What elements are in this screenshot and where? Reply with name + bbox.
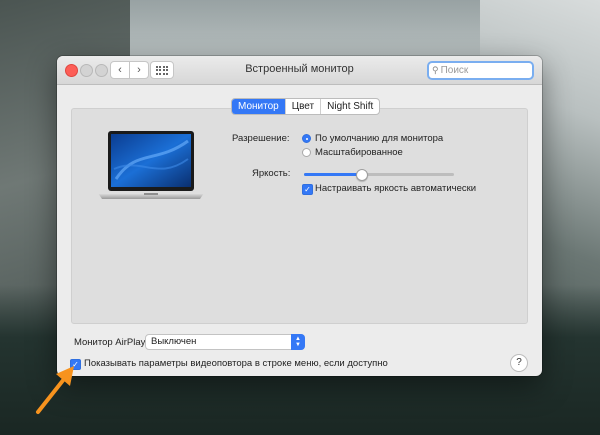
check-icon: ✓ [304,185,311,194]
brightness-slider-knob[interactable] [356,169,368,181]
resolution-default-label: По умолчанию для монитора [315,133,444,144]
tab-color[interactable]: Цвет [284,99,320,114]
tab-display[interactable]: Монитор [232,99,285,114]
airplay-select[interactable]: Выключен ▲ ▼ [145,334,305,350]
help-button[interactable]: ? [510,354,528,372]
search-input[interactable] [440,65,521,76]
title-bar: ‹ › Встроенный монитор ⚲ [57,56,542,85]
search-icon: ⚲ [432,65,439,75]
brightness-slider[interactable] [304,169,454,181]
resolution-scaled-radio[interactable] [302,148,311,157]
resolution-default-radio[interactable] [302,134,311,143]
auto-brightness-checkbox[interactable]: ✓ [302,184,313,195]
airplay-select-value: Выключен [151,336,197,347]
resolution-scaled-label: Масштабированное [315,147,403,158]
brightness-label: Яркость: [252,168,291,179]
auto-brightness-label: Настраивать яркость автоматически [315,183,477,194]
tab-night-shift[interactable]: Night Shift [320,99,379,114]
annotation-arrow-icon [36,366,74,414]
laptop-icon [98,131,204,199]
show-mirroring-label: Показывать параметры видеоповтора в стро… [84,358,388,369]
brightness-slider-fill [304,173,361,176]
airplay-label: Монитор AirPlay: [74,337,149,348]
display-settings-panel: Разрешение: По умолчанию для монитора Ма… [71,108,528,324]
tab-bar: Монитор Цвет Night Shift [231,98,381,115]
preferences-window: ‹ › Встроенный монитор ⚲ Монитор Цвет Ni… [57,56,542,376]
resolution-label: Разрешение: [232,133,290,144]
chevron-up-down-icon: ▲ ▼ [291,334,305,350]
search-field[interactable]: ⚲ [427,61,534,80]
